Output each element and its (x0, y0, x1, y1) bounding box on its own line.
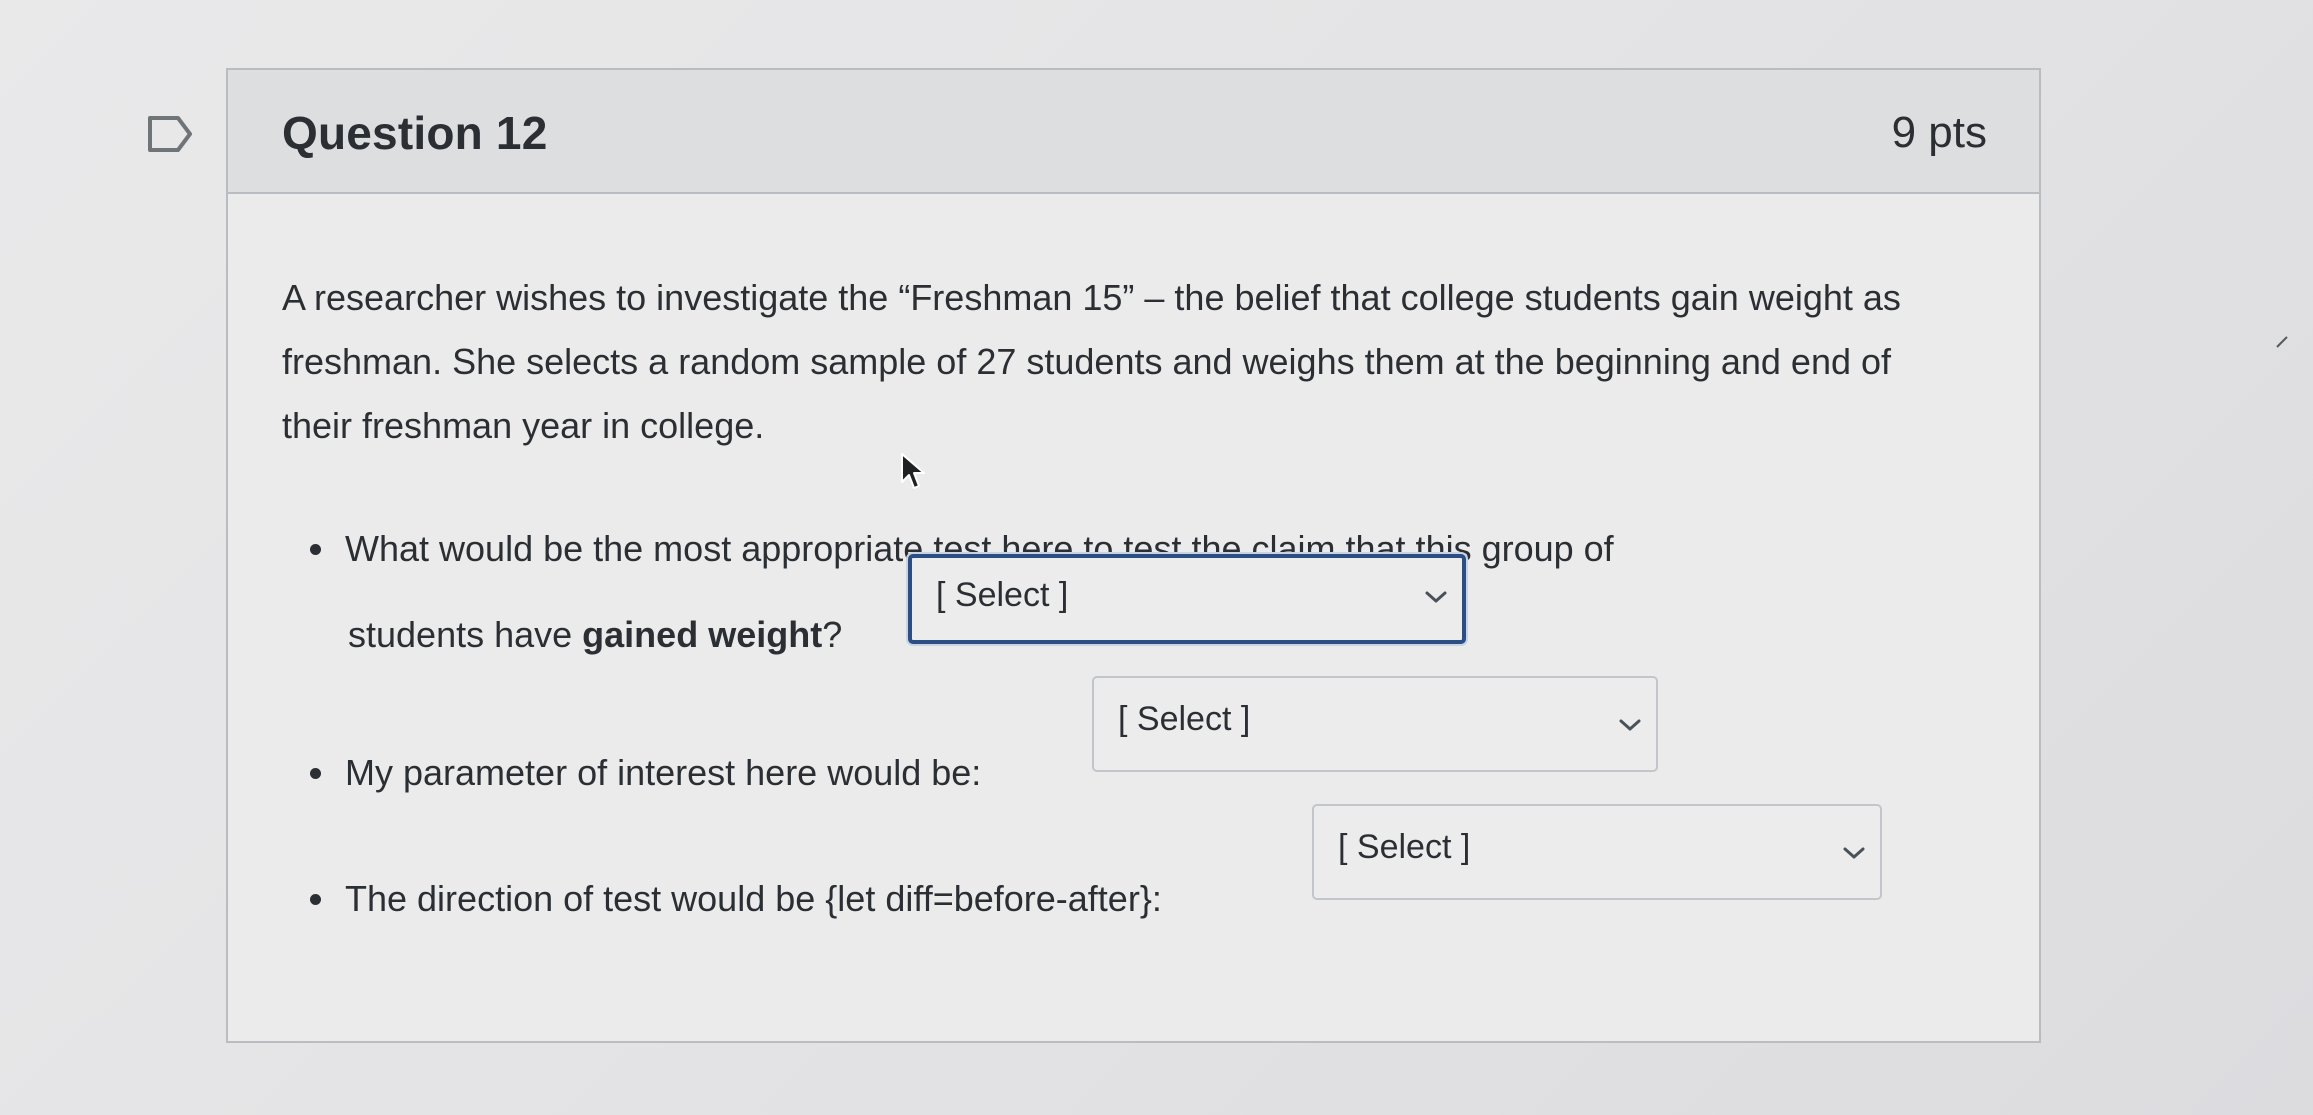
question-prompt: A researcher wishes to investigate the “… (282, 277, 1901, 446)
question-item-1-text-line2: students have gained weight? (348, 614, 842, 656)
mouse-pointer-icon (901, 453, 925, 489)
decorative-mark (2276, 336, 2288, 348)
answer-select-3-value: [ Select ] (1338, 828, 1471, 866)
question-title: Question 12 (282, 107, 548, 159)
question-item-3: The direction of test would be {let diff… (310, 878, 1162, 920)
question-item-1-bold: gained weight (582, 614, 823, 655)
question-card: Question 12 9 pts A researcher wishes to… (226, 68, 2041, 1043)
bullet-icon (310, 543, 321, 555)
answer-select-2-value: [ Select ] (1118, 700, 1251, 738)
answer-select-1-value: [ Select ] (936, 576, 1069, 614)
question-item-1-prefix: students have (348, 614, 583, 655)
chevron-down-icon (1425, 591, 1447, 603)
question-body: A researcher wishes to investigate the “… (282, 266, 1982, 458)
answer-select-2[interactable]: [ Select ] (1092, 676, 1658, 772)
question-points: 9 pts (1891, 108, 1987, 157)
bullet-icon (310, 767, 321, 779)
question-item-1-suffix: ? (822, 614, 843, 655)
answer-select-3[interactable]: [ Select ] (1312, 804, 1882, 900)
bullet-icon (310, 893, 321, 905)
flag-question-icon[interactable] (146, 114, 196, 154)
question-item-2-text: My parameter of interest here would be: (345, 752, 982, 793)
question-item-3-text: The direction of test would be {let diff… (345, 878, 1162, 919)
chevron-down-icon (1619, 719, 1641, 731)
question-header: Question 12 9 pts (228, 70, 2039, 194)
chevron-down-icon (1843, 847, 1865, 859)
question-item-2: My parameter of interest here would be: (310, 752, 981, 794)
answer-select-1[interactable]: [ Select ] (908, 554, 1466, 644)
